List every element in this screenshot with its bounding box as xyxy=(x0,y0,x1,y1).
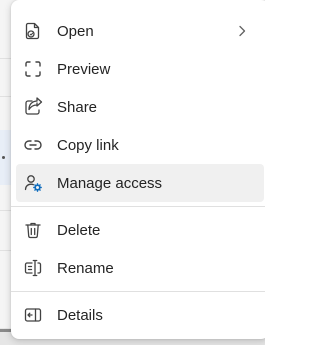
menu-divider xyxy=(11,206,265,207)
open-file-icon xyxy=(23,21,43,41)
screen: Open Preview Share Copy link Manage acce… xyxy=(0,0,265,345)
menu-item-open[interactable]: Open xyxy=(16,12,264,50)
manage-access-icon xyxy=(23,173,43,193)
link-icon xyxy=(23,135,43,155)
menu-item-label: Share xyxy=(57,98,98,116)
menu-item-copy-link[interactable]: Copy link xyxy=(16,126,264,164)
menu-item-preview[interactable]: Preview xyxy=(16,50,264,88)
menu-item-details[interactable]: Details xyxy=(16,296,264,334)
menu-item-label: Details xyxy=(57,306,103,324)
share-icon xyxy=(23,97,43,117)
preview-icon xyxy=(23,59,43,79)
menu-item-label: Delete xyxy=(57,221,101,239)
menu-item-label: Preview xyxy=(57,60,111,78)
menu-item-label: Rename xyxy=(57,259,114,277)
menu-item-label: Open xyxy=(57,22,94,40)
menu-item-rename[interactable]: Rename xyxy=(16,249,264,287)
trash-icon xyxy=(23,220,43,240)
menu-divider xyxy=(11,291,265,292)
rename-icon xyxy=(23,258,43,278)
chevron-right-icon xyxy=(239,25,246,37)
menu-item-label: Copy link xyxy=(57,136,119,154)
menu-item-delete[interactable]: Delete xyxy=(16,211,264,249)
menu-item-share[interactable]: Share xyxy=(16,88,264,126)
menu-item-manage-access[interactable]: Manage access xyxy=(16,164,264,202)
menu-item-label: Manage access xyxy=(57,174,163,192)
details-icon xyxy=(23,305,43,325)
background-more-icon xyxy=(2,156,5,159)
context-menu: Open Preview Share Copy link Manage acce… xyxy=(11,0,265,339)
